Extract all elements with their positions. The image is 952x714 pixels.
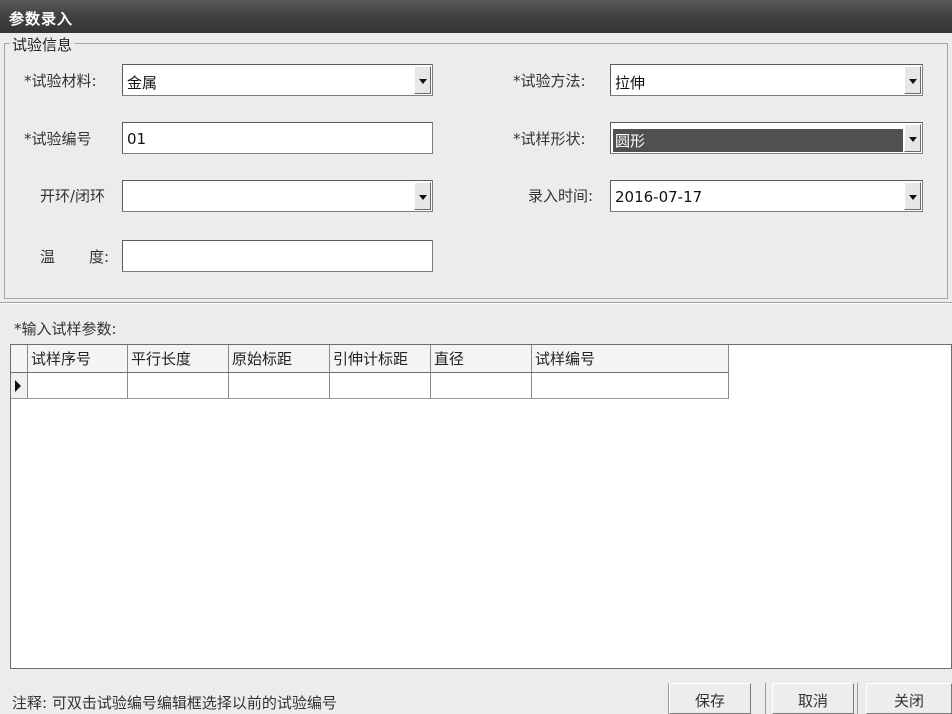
table-cell[interactable] [431,373,532,398]
material-select[interactable]: 金属 [122,64,433,96]
close-button[interactable]: 关闭 [866,683,952,714]
divider [857,683,858,714]
row-pointer-icon [11,373,28,398]
test-no-label: *试验编号 [24,130,92,148]
divider [0,302,952,304]
column-header[interactable]: 试样序号 [28,345,128,372]
row-header-corner [11,345,28,372]
test-info-legend: 试验信息 [10,34,75,55]
column-header[interactable]: 引伸计标距 [330,345,431,372]
loop-label: 开环/闭环 [40,187,106,205]
temp-label-char1: 温 [40,248,56,266]
column-header[interactable]: 原始标距 [229,345,330,372]
temperature-input[interactable] [122,240,433,272]
chevron-down-icon[interactable] [414,182,431,210]
footer-note: 注释: 可双击试验编号编辑框选择以前的试验编号 [12,694,337,712]
table-cell[interactable] [28,373,128,398]
window-title: 参数录入 [9,10,74,28]
save-button[interactable]: 保存 [669,683,751,714]
method-select[interactable]: 拉伸 [610,64,923,96]
entry-time-label: 录入时间: [528,187,594,205]
cancel-button[interactable]: 取消 [772,683,854,714]
params-grid[interactable]: 试样序号 平行长度 原始标距 引伸计标距 直径 试样编号 [10,344,952,669]
method-value: 拉伸 [615,74,646,92]
divider [765,683,766,714]
chevron-down-icon[interactable] [904,182,921,210]
temp-label-char2: 度: [89,248,110,266]
chevron-down-icon[interactable] [904,66,921,94]
column-header[interactable]: 试样编号 [532,345,729,372]
entry-time-select[interactable]: 2016-07-17 [610,180,923,212]
material-label: *试验材料: [24,72,97,90]
material-value: 金属 [127,74,158,92]
grid-header-row: 试样序号 平行长度 原始标距 引伸计标距 直径 试样编号 [11,345,729,373]
chevron-down-icon[interactable] [414,66,431,94]
column-header[interactable]: 直径 [431,345,532,372]
table-cell[interactable] [128,373,229,398]
window-title-bar: 参数录入 [0,0,952,33]
shape-label: *试样形状: [513,130,586,148]
chevron-down-icon[interactable] [904,124,921,152]
table-row[interactable] [11,373,729,399]
table-cell[interactable] [330,373,431,398]
loop-select[interactable] [122,180,433,212]
test-no-value: 01 [127,130,147,148]
entry-time-value: 2016-07-17 [615,188,703,206]
shape-value: 圆形 [613,129,903,152]
table-cell[interactable] [229,373,330,398]
table-cell[interactable] [532,373,729,398]
column-header[interactable]: 平行长度 [128,345,229,372]
method-label: *试验方法: [513,72,586,90]
shape-select[interactable]: 圆形 [610,122,923,154]
test-no-input[interactable]: 01 [122,122,433,154]
params-label: *输入试样参数: [14,320,117,338]
